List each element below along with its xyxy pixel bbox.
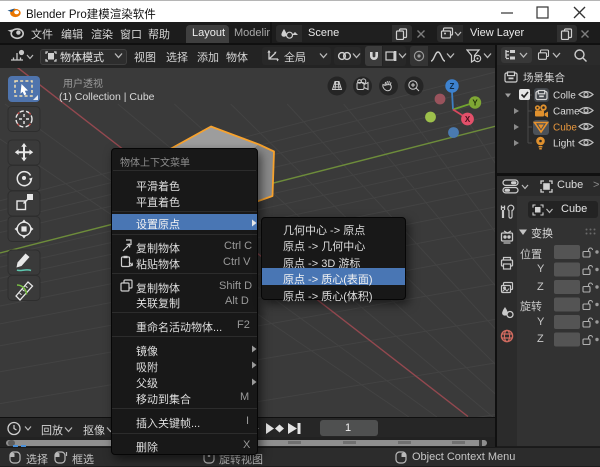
svg-text:Colle: Colle [553,90,576,101]
svg-text:场景集合: 场景集合 [523,71,565,84]
svg-text:X: X [465,115,471,124]
svg-text:Cube: Cube [553,122,577,133]
svg-text:Y: Y [472,99,478,108]
svg-text:Light: Light [553,138,575,149]
svg-text:Z: Z [450,82,455,91]
svg-text:Came: Came [553,106,580,117]
